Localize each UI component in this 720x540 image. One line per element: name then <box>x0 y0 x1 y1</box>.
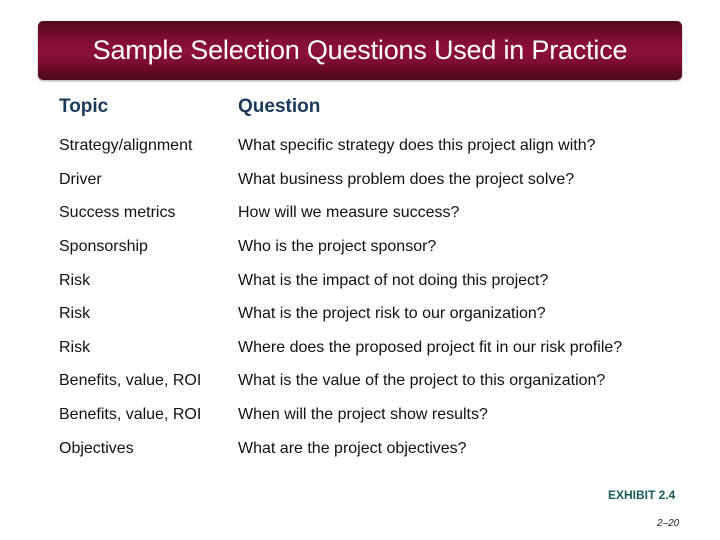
topic-cell: Objectives <box>59 440 134 457</box>
question-cell: Where does the proposed project fit in o… <box>238 339 623 356</box>
column-header-question: Question <box>238 96 321 117</box>
topic-cell: Driver <box>59 171 102 188</box>
question-cell: What are the project objectives? <box>238 440 467 457</box>
question-cell: What is the impact of not doing this pro… <box>238 272 549 289</box>
topic-cell: Risk <box>59 305 91 322</box>
column-header-topic: Topic <box>59 96 109 117</box>
question-cell: What business problem does the project s… <box>238 171 575 188</box>
question-cell: When will the project show results? <box>238 406 488 423</box>
topic-cell: Sponsorship <box>59 238 148 255</box>
question-cell: What is the value of the project to this… <box>238 372 606 389</box>
topic-cell: Benefits, value, ROI <box>59 372 202 389</box>
question-cell: What specific strategy does this project… <box>238 137 596 154</box>
topic-cell: Success metrics <box>59 204 176 221</box>
topic-cell: Strategy/alignment <box>59 137 193 154</box>
question-cell: How will we measure success? <box>238 204 460 221</box>
title-banner: Sample Selection Questions Used in Pract… <box>38 21 682 80</box>
question-cell: Who is the project sponsor? <box>238 238 437 255</box>
question-cell: What is the project risk to our organiza… <box>238 305 546 322</box>
topic-cell: Risk <box>59 272 91 289</box>
slide-title: Sample Selection Questions Used in Pract… <box>92 35 628 65</box>
topic-cell: Benefits, value, ROI <box>59 406 202 423</box>
page-number: 2–20 <box>657 518 680 529</box>
exhibit-label: EXHIBIT 2.4 <box>608 488 676 502</box>
topic-cell: Risk <box>59 339 91 356</box>
